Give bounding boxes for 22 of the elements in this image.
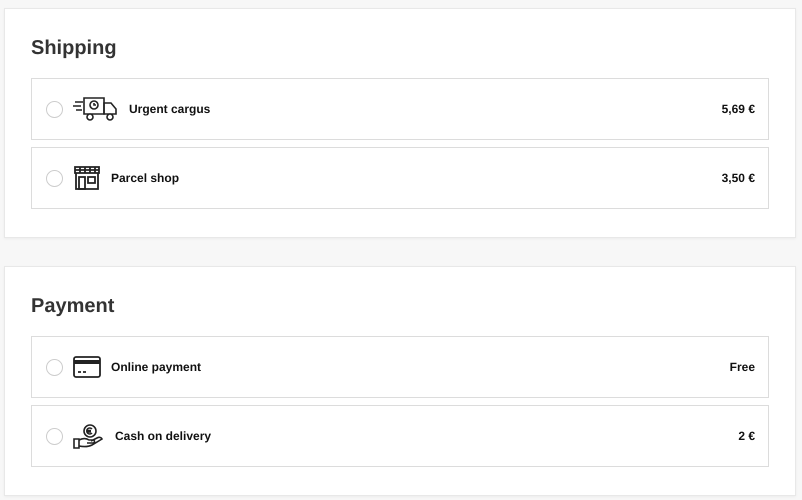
option-label: Cash on delivery — [115, 428, 212, 445]
option-row[interactable]: Cash on delivery 2 € — [31, 405, 769, 467]
coin-hand-icon — [73, 423, 105, 449]
radio-button[interactable] — [46, 428, 63, 444]
option-label: Online payment — [111, 359, 202, 376]
radio-button[interactable] — [46, 100, 63, 118]
option-price: 2 € — [738, 428, 755, 445]
option-label: Urgent cargus — [129, 101, 210, 118]
option-price: 3,50 € — [722, 170, 755, 187]
credit-card-icon — [73, 356, 101, 378]
delivery-truck-icon — [73, 96, 119, 122]
storefront-icon — [73, 165, 101, 191]
section-title: Shipping — [31, 36, 117, 61]
option-price: Free — [730, 359, 755, 376]
section-title: Payment — [31, 294, 114, 319]
option-row[interactable]: Online payment Free — [31, 336, 769, 398]
option-row[interactable]: Parcel shop 3,50 € — [31, 147, 769, 209]
option-label: Parcel shop — [111, 170, 180, 187]
radio-button[interactable] — [46, 358, 63, 376]
option-row[interactable]: Urgent cargus 5,69 € — [31, 78, 769, 140]
option-price: 5,69 € — [722, 101, 755, 118]
radio-button[interactable] — [46, 170, 63, 186]
